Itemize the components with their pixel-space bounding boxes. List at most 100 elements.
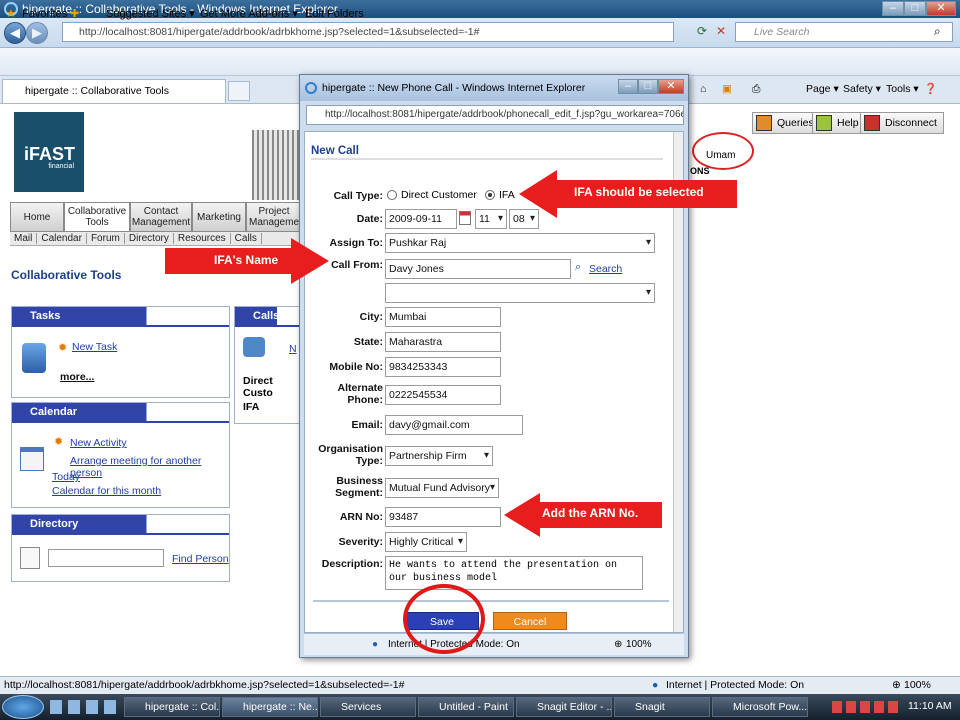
tasks-icon — [22, 343, 46, 373]
tasks-panel: Tasks ✹ New Task more... — [11, 306, 230, 398]
cancel-button[interactable]: Cancel — [493, 612, 567, 630]
phone-icon — [243, 337, 265, 357]
calendar-panel: Calendar ✹ New Activity Arrange meeting … — [11, 402, 230, 508]
find-person-link[interactable]: Find Person — [172, 553, 229, 565]
business-segment-select[interactable]: Mutual Fund Advisory — [385, 478, 499, 498]
email-label: Email: — [351, 419, 383, 431]
tab-home[interactable]: Home — [10, 202, 64, 232]
more-tasks-link[interactable]: more... — [60, 371, 94, 383]
severity-label: Severity: — [338, 536, 383, 548]
print-icon[interactable]: ⎙ — [752, 81, 760, 97]
popup-maximize-button[interactable]: □ — [638, 79, 658, 94]
browser-status-bar: http://localhost:8081/hipergate/addrbook… — [0, 676, 960, 694]
mobile-label: Mobile No: — [329, 361, 383, 373]
search-input[interactable]: Live Search — [735, 22, 953, 42]
quicklaunch-icons[interactable] — [50, 700, 116, 714]
help-icon[interactable]: ❓ — [924, 81, 937, 97]
maximize-button[interactable]: □ — [904, 1, 926, 16]
taskbar-item-services[interactable]: Services — [320, 697, 416, 717]
close-button[interactable]: ✕ — [926, 1, 956, 16]
subnav-calendar[interactable]: Calendar — [37, 233, 87, 244]
subnav-forum[interactable]: Forum — [86, 233, 125, 244]
state-input[interactable]: Maharastra — [385, 332, 501, 352]
status-zoom-icon[interactable]: ⊕ — [892, 677, 901, 694]
city-input[interactable]: Mumbai — [385, 307, 501, 327]
home-icon[interactable]: ⌂ — [700, 81, 706, 97]
refresh-icon[interactable]: ⟳ — [697, 24, 707, 38]
taskbar-item-snagit-editor[interactable]: Snagit Editor - ... — [516, 697, 612, 717]
favorites-bar — [0, 48, 960, 76]
edit-folders-link[interactable]: Edit Folders — [305, 7, 364, 21]
popup-close-button[interactable]: ✕ — [658, 79, 684, 94]
severity-select[interactable]: Highly Critical — [385, 532, 467, 552]
calendar-picker-icon[interactable] — [459, 211, 471, 225]
magnifier-icon[interactable]: ⌕ — [575, 261, 581, 274]
tab-contact-management[interactable]: Contact Management — [130, 202, 192, 232]
feeds-icon[interactable]: ▣ — [722, 81, 732, 97]
calendar-month-link[interactable]: Calendar for this month — [52, 485, 161, 497]
tab-collaborative-tools[interactable]: Collaborative Tools — [64, 202, 130, 232]
new-task-link[interactable]: New Task — [72, 341, 117, 353]
call-type-direct-radio[interactable]: Direct Customer — [387, 189, 477, 201]
popup-zoom[interactable]: 100% — [626, 634, 652, 656]
help-button[interactable]: Help — [812, 112, 866, 134]
stop-icon[interactable]: ✕ — [716, 24, 726, 38]
taskbar-item-powerpoint[interactable]: Microsoft Pow... — [712, 697, 808, 717]
forward-button[interactable]: ▶ — [26, 22, 48, 44]
taskbar-item-paint[interactable]: Untitled - Paint — [418, 697, 514, 717]
email-input[interactable]: davy@gmail.com — [385, 415, 523, 435]
status-zoom[interactable]: 100% — [904, 677, 931, 694]
organisation-type-select[interactable]: Partnership Firm — [385, 446, 493, 466]
call-from-input[interactable]: Davy Jones — [385, 259, 571, 279]
directory-search-input[interactable] — [48, 549, 164, 567]
queries-button[interactable]: Queries — [752, 112, 821, 134]
search-contact-link[interactable]: Search — [589, 263, 622, 275]
arrange-meeting-link[interactable]: Arrange meeting for another person — [70, 455, 229, 479]
taskbar-item-hipergate-new[interactable]: hipergate :: Ne... — [222, 697, 318, 717]
description-textarea[interactable]: He wants to attend the presentation on o… — [385, 556, 643, 590]
favorites-button[interactable]: Favorites — [22, 7, 67, 21]
new-tab-button[interactable] — [228, 81, 250, 101]
ifast-logo: iFAST financial — [14, 112, 84, 192]
new-activity-link[interactable]: New Activity — [70, 437, 127, 449]
safety-menu[interactable]: Safety ▾ — [843, 81, 881, 97]
new-activity-star-icon: ✹ — [54, 436, 64, 448]
annotation-ifa-selected: IFA should be selected — [574, 185, 704, 199]
start-button[interactable] — [2, 695, 44, 719]
address-input[interactable]: http://localhost:8081/hipergate/addrbook… — [62, 22, 674, 42]
alternate-phone-label: Alternate Phone: — [337, 382, 383, 406]
page-menu[interactable]: Page ▾ — [806, 81, 839, 97]
tab-marketing[interactable]: Marketing — [192, 202, 246, 232]
taskbar-item-snagit[interactable]: Snagit — [614, 697, 710, 717]
minimize-button[interactable]: – — [882, 1, 904, 16]
new-call-link[interactable]: N — [289, 343, 297, 355]
calendar-header: Calendar — [12, 403, 229, 423]
hour-select[interactable]: 11 — [475, 209, 507, 229]
mobile-input[interactable]: 9834253343 — [385, 357, 501, 377]
today-link[interactable]: Today — [52, 471, 80, 483]
back-button[interactable]: ◀ — [4, 22, 26, 44]
status-url: http://localhost:8081/hipergate/addrbook… — [4, 679, 405, 691]
section-title: Collaborative Tools — [11, 268, 122, 282]
add-favorite-icon[interactable]: ✚ — [70, 7, 79, 21]
call-type-ifa-radio[interactable]: IFA — [485, 189, 515, 201]
addons-link[interactable]: Get More Add-ons ▾ — [200, 7, 298, 21]
search-icon[interactable]: ⌕ — [934, 24, 941, 39]
alternate-phone-input[interactable]: 0222545534 — [385, 385, 501, 405]
contact-select[interactable] — [385, 283, 655, 303]
assign-to-select[interactable]: Pushkar Raj — [385, 233, 655, 253]
system-tray-icons[interactable] — [832, 701, 900, 713]
suggested-sites-link[interactable]: Suggested Sites ▾ — [106, 7, 195, 21]
tab-project-management[interactable]: Project Manageme — [246, 202, 302, 232]
popup-minimize-button[interactable]: – — [618, 79, 638, 94]
disconnect-button[interactable]: Disconnect — [860, 112, 944, 134]
tools-menu[interactable]: Tools ▾ — [886, 81, 919, 97]
subnav-mail[interactable]: Mail — [10, 233, 38, 244]
popup-zoom-icon[interactable]: ⊕ — [614, 634, 622, 656]
clock[interactable]: 11:10 AM — [908, 700, 952, 712]
browser-tab[interactable]: hipergate :: Collaborative Tools — [2, 79, 226, 103]
date-input[interactable]: 2009-09-11 — [385, 209, 457, 229]
calls-panel: Calls N Direct Custo IFA — [234, 306, 304, 424]
arn-input[interactable]: 93487 — [385, 507, 501, 527]
taskbar-item-hipergate-collab[interactable]: hipergate :: Col... — [124, 697, 220, 717]
